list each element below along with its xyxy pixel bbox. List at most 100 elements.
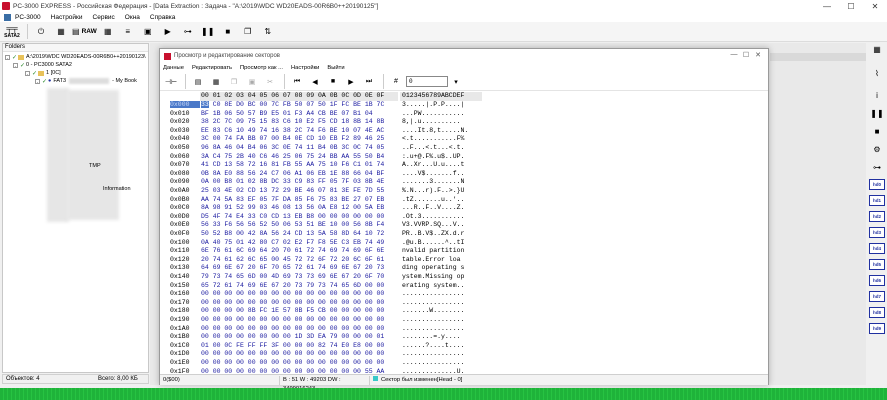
row-bytes[interactable]: 65 72 61 74 69 6E 67 20 73 79 73 74 65 6…: [200, 282, 398, 289]
row-bytes[interactable]: 0B 8A E0 88 56 24 C7 06 A1 06 EB 1E 88 6…: [200, 170, 398, 177]
row-ascii[interactable]: A..Xr...U.u....t: [402, 161, 484, 168]
row-ascii[interactable]: ................: [402, 359, 484, 366]
row-bytes[interactable]: 96 8A 46 04 B4 06 3C 0E 74 11 B4 0B 3C 0…: [200, 144, 398, 151]
chip-button[interactable]: ▦: [52, 23, 70, 40]
hd-button-7[interactable]: hd7: [869, 291, 885, 302]
dialog-menu-settings[interactable]: Настройки: [291, 65, 319, 71]
row-bytes[interactable]: 56 33 F6 56 56 52 50 06 53 51 BE 10 00 5…: [200, 221, 398, 228]
dialog-menu-edit[interactable]: Редактировать: [192, 65, 232, 71]
row-ascii[interactable]: table.Error loa: [402, 256, 484, 263]
row-ascii[interactable]: ................: [402, 290, 484, 297]
hd-button-9[interactable]: hd9: [869, 323, 885, 334]
row-bytes[interactable]: 00 00 00 00 00 00 00 00 00 00 00 00 00 0…: [200, 299, 398, 306]
prev-sector-button[interactable]: ◀: [307, 73, 323, 90]
row-bytes[interactable]: 41 CD 13 58 72 16 81 FB 55 AA 75 10 F6 C…: [200, 161, 398, 168]
row-bytes[interactable]: 00 00 00 00 00 00 00 00 1D 3D EA 79 00 0…: [200, 333, 398, 340]
hex-view[interactable]: 00 01 02 03 04 05 06 07 08 09 0A 0B 0C 0…: [160, 92, 768, 375]
row-bytes[interactable]: 00 00 00 00 00 00 00 00 00 00 00 00 00 0…: [200, 290, 398, 297]
row-bytes[interactable]: D5 4F 74 E4 33 C0 CD 13 EB B8 00 00 00 0…: [200, 213, 398, 220]
row-ascii[interactable]: :.u+@.F%.u$..UP.: [402, 153, 484, 160]
write-sector-button[interactable]: ▦: [208, 73, 224, 90]
chip-icon[interactable]: ▦: [871, 43, 883, 55]
maximize-button[interactable]: ☐: [839, 0, 863, 12]
menu-windows[interactable]: Окна: [125, 14, 140, 21]
row-bytes[interactable]: 00 00 00 00 00 00 00 00 00 00 00 00 00 0…: [200, 316, 398, 323]
row-ascii[interactable]: .......W........: [402, 307, 484, 314]
row-ascii[interactable]: ................: [402, 325, 484, 332]
row-bytes[interactable]: BF 1B 06 50 57 B9 E5 01 F3 A4 CB BE 07 B…: [200, 110, 398, 117]
copy-button[interactable]: ❐: [239, 23, 257, 40]
hd-button-0[interactable]: hd0: [869, 179, 885, 190]
row-bytes[interactable]: 50 52 B8 00 42 8A 56 24 CD 13 5A 58 8D 6…: [200, 230, 398, 237]
row-bytes[interactable]: AA 74 5A 83 EF 05 7F DA 85 F6 75 83 BE 2…: [200, 196, 398, 203]
row-bytes[interactable]: EE 83 C6 10 49 74 16 38 2C 74 F6 BE 10 0…: [200, 127, 398, 134]
row-bytes[interactable]: 38 2C 7C 09 75 15 83 C6 10 E2 F5 CD 18 8…: [200, 118, 398, 125]
row-bytes[interactable]: 6E 76 61 6C 69 64 20 70 61 72 74 69 74 6…: [200, 247, 398, 254]
hd-button-1[interactable]: hd1: [869, 195, 885, 206]
menu-service[interactable]: Сервис: [93, 14, 115, 21]
row-bytes[interactable]: 20 74 61 62 6C 65 00 45 72 72 6F 72 20 6…: [200, 256, 398, 263]
row-bytes[interactable]: 3C 00 74 FA BB 07 00 B4 0E CD 10 EB F2 8…: [200, 135, 398, 142]
pause-icon[interactable]: ❚❚: [870, 107, 883, 119]
row-ascii[interactable]: ...PW...........: [402, 110, 484, 117]
hd-button-6[interactable]: hd6: [869, 275, 885, 286]
row-bytes[interactable]: 0A 00 B8 01 02 8B DC 33 C9 83 FF 05 7F 0…: [200, 178, 398, 185]
row-ascii[interactable]: .@u.B......^..tI: [402, 239, 484, 246]
row-bytes[interactable]: 00 00 00 00 00 00 00 00 00 00 00 00 00 0…: [200, 359, 398, 366]
dialog-maximize-button[interactable]: ☐: [740, 51, 752, 59]
antenna-icon[interactable]: ⌇: [871, 67, 883, 79]
task-button[interactable]: ▣: [139, 23, 157, 40]
tree-row-fat[interactable]: - ✓ ● FAT3 - My Book: [35, 77, 137, 85]
row-ascii[interactable]: ....It.8,t.....N.: [402, 127, 484, 134]
first-sector-button[interactable]: ⏮: [289, 73, 305, 90]
menu-help[interactable]: Справка: [150, 14, 176, 21]
hd-button-5[interactable]: hd5: [869, 259, 885, 270]
paste-button[interactable]: ▣: [244, 73, 260, 90]
last-sector-button[interactable]: ⏭: [361, 73, 377, 90]
row-bytes[interactable]: 79 73 74 65 6D 00 4D 69 73 73 69 6E 67 2…: [200, 273, 398, 280]
split-button[interactable]: ⊣⊢: [163, 73, 179, 90]
row-ascii[interactable]: ................: [402, 316, 484, 323]
tree-row-port[interactable]: - ✓ 0 - PC3000 SATA2: [13, 61, 72, 69]
row-ascii[interactable]: .......3.......N: [402, 178, 484, 185]
row-bytes[interactable]: 00 00 00 00 8B FC 1E 57 8B F5 CB 00 00 0…: [200, 307, 398, 314]
copy-button[interactable]: ❐: [226, 73, 242, 90]
close-button[interactable]: ✕: [863, 0, 887, 12]
row-ascii[interactable]: %.N...r).F..>.}U: [402, 187, 484, 194]
stack-button[interactable]: ≡: [119, 23, 137, 40]
row-ascii[interactable]: 3.....|.P.P....|: [402, 101, 484, 108]
row-ascii[interactable]: ........=.y....: [402, 333, 484, 340]
app-menu-icon[interactable]: [4, 13, 11, 21]
dialog-minimize-button[interactable]: —: [728, 51, 740, 59]
expand-icon[interactable]: -: [13, 62, 18, 68]
tree-row-tmp[interactable]: TMP: [89, 162, 101, 170]
tree-row-partition[interactable]: - ✓ 1 [0C]: [25, 69, 61, 77]
stop-button[interactable]: ■: [325, 73, 341, 90]
selected-byte[interactable]: 33: [201, 101, 209, 108]
row-ascii[interactable]: erating system..: [402, 282, 484, 289]
row-ascii[interactable]: ding operating s: [402, 264, 484, 271]
raw-button[interactable]: ▤ RAW: [72, 23, 97, 40]
tree-row-root[interactable]: - ✓ A:\2019\WDC WD20EADS-00R6B0++2019012…: [5, 53, 146, 61]
minimize-button[interactable]: —: [815, 0, 839, 12]
play-button[interactable]: ▶: [159, 23, 177, 40]
sata-port-button[interactable]: ╤╤ SATA2: [3, 23, 21, 40]
row-ascii[interactable]: <.t...........F%: [402, 135, 484, 142]
row-ascii[interactable]: ..F...<.t...<.t.: [402, 144, 484, 151]
tree-button[interactable]: ⊶: [179, 23, 197, 40]
row-bytes[interactable]: 25 03 4E 02 CD 13 72 29 BE 46 07 81 3E F…: [200, 187, 398, 194]
menu-settings[interactable]: Настройки: [51, 14, 83, 21]
hd-button-8[interactable]: hd8: [869, 307, 885, 318]
row-ascii[interactable]: ................: [402, 350, 484, 357]
pause-button[interactable]: ❚❚: [199, 23, 217, 40]
row-bytes[interactable]: 33 C0 8E D0 BC 00 7C FB 50 07 50 1F FC B…: [200, 101, 398, 108]
sector-number-input[interactable]: [406, 76, 448, 87]
goto-sector-button[interactable]: #: [388, 73, 404, 90]
sectors-button[interactable]: ▦: [99, 23, 117, 40]
info-icon[interactable]: i: [871, 89, 883, 101]
hd-button-3[interactable]: hd3: [869, 227, 885, 238]
row-ascii[interactable]: V3.VVRP.SQ...V..: [402, 221, 484, 228]
tool-icon[interactable]: ⚙: [871, 143, 883, 155]
row-bytes[interactable]: 00 00 00 00 00 00 00 00 00 00 00 00 00 0…: [200, 325, 398, 332]
next-sector-button[interactable]: ▶: [343, 73, 359, 90]
